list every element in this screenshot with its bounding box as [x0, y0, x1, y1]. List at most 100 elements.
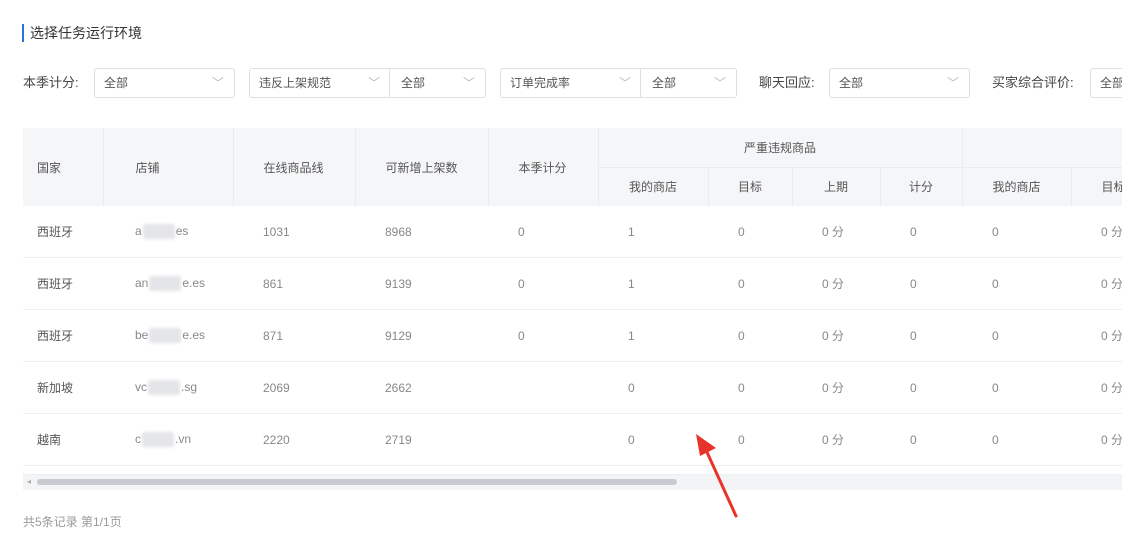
- header-group-serious-violations: 严重违规商品: [598, 128, 963, 168]
- cell-target: 0: [708, 309, 792, 362]
- chevron-down-icon: ﹀: [946, 76, 959, 90]
- cell-my-shop: 0: [598, 361, 708, 414]
- chat-label: 聊天回应:: [759, 75, 815, 90]
- order-rate-filter[interactable]: 订单完成率 ﹀ 全部 ﹀: [500, 68, 737, 98]
- cell-shop: vc .sg: [103, 361, 233, 414]
- cell-season: [488, 413, 598, 466]
- cell-target: 0: [708, 361, 792, 414]
- cell-online: 861: [233, 257, 355, 310]
- data-table: 国家 店铺 在线商品线 可新增上架数 本季计分 严重违规商品 我的商店 目标 上…: [23, 128, 1122, 474]
- cell-country: 新加坡: [23, 361, 103, 414]
- cell-target-2: 0 分: [1071, 206, 1122, 258]
- cell-my-shop: 1: [598, 206, 708, 258]
- cell-new: 8968: [355, 206, 488, 258]
- header-online-lines: 在线商品线: [233, 128, 356, 206]
- cell-target-2: 0 分: [1071, 257, 1122, 310]
- header-season-score: 本季计分: [488, 128, 599, 206]
- season-score-label: 本季计分:: [23, 75, 79, 90]
- buyer-rating-value: 全部: [1100, 76, 1122, 90]
- cell-target-2: 0 分: [1071, 309, 1122, 362]
- cell-my-shop: 1: [598, 309, 708, 362]
- chevron-down-icon: ﹀: [713, 76, 726, 90]
- violation-value: 全部: [401, 76, 426, 90]
- table-row[interactable]: 越南 c .vn 2220 2719 0 0 0 分 0 0 0 分: [23, 413, 1122, 466]
- violation-type-value: 违反上架规范: [259, 76, 332, 90]
- season-score-value: 全部: [104, 76, 129, 90]
- table-row[interactable]: 西班牙 a es 1031 8968 0 1 0 0 分 0 0 0 分: [23, 206, 1122, 258]
- cell-score: 0: [880, 413, 963, 466]
- cell-country: 西班牙: [23, 257, 103, 310]
- cell-shop: c .vn: [103, 413, 233, 466]
- cell-online: 1031: [233, 206, 355, 258]
- header-country: 国家: [23, 128, 104, 206]
- chevron-down-icon: ﹀: [462, 76, 475, 90]
- header-shop: 店铺: [103, 128, 234, 206]
- section-title: 选择任务运行环境: [22, 24, 142, 42]
- cell-target-2: 0 分: [1071, 413, 1122, 466]
- cell-target: 0: [708, 206, 792, 258]
- buyer-rating-label: 买家综合评价:: [992, 75, 1074, 90]
- table-row[interactable]: 西班牙 be e.es 871 9129 0 1 0 0 分 0 0 0 分: [23, 309, 1122, 362]
- cell-previous: 0 分: [792, 413, 880, 466]
- cell-score: 0: [880, 257, 963, 310]
- order-rate-value: 全部: [652, 76, 677, 90]
- header-target-2: 目标: [1071, 167, 1122, 206]
- order-rate-type-value: 订单完成率: [510, 76, 571, 90]
- scroll-thumb[interactable]: [37, 479, 677, 485]
- cell-season: [488, 361, 598, 414]
- header-score: 计分: [880, 167, 963, 206]
- header-new-listings: 可新增上架数: [355, 128, 489, 206]
- cell-previous: 0 分: [792, 361, 880, 414]
- cell-new: 2662: [355, 361, 488, 414]
- pagination-summary: 共5条记录 第1/1页: [23, 515, 122, 529]
- buyer-rating-select[interactable]: 全部: [1090, 68, 1122, 98]
- filter-bar: 本季计分: 全部 ﹀ 违反上架规范 ﹀ 全部 ﹀ 订单完成率 ﹀ 全部 ﹀ 聊天…: [0, 68, 1122, 98]
- cell-country: 西班牙: [23, 206, 103, 258]
- cell-previous: 0 分: [792, 309, 880, 362]
- cell-online: 2220: [233, 413, 355, 466]
- cell-season: 0: [488, 309, 598, 362]
- cell-online: 871: [233, 309, 355, 362]
- chat-value: 全部: [839, 76, 864, 90]
- cell-new: 9139: [355, 257, 488, 310]
- cell-previous: 0 分: [792, 206, 880, 258]
- cell-my-shop-2: 0: [962, 361, 1072, 414]
- cell-my-shop-2: 0: [962, 309, 1072, 362]
- table-row[interactable]: 新加坡 vc .sg 2069 2662 0 0 0 分 0 0 0 分: [23, 361, 1122, 414]
- cell-my-shop-2: 0: [962, 257, 1072, 310]
- chevron-down-icon: ﹀: [211, 76, 224, 90]
- horizontal-scrollbar[interactable]: ◂: [23, 474, 1122, 490]
- cell-score: 0: [880, 361, 963, 414]
- chevron-down-icon: ﹀: [619, 76, 632, 90]
- cell-my-shop-2: 0: [962, 413, 1072, 466]
- violation-filter[interactable]: 违反上架规范 ﹀ 全部 ﹀: [249, 68, 486, 98]
- cell-shop: be e.es: [103, 309, 233, 362]
- cell-shop: an e.es: [103, 257, 233, 310]
- cell-country: 西班牙: [23, 309, 103, 362]
- cell-shop: a es: [103, 206, 233, 258]
- cell-season: 0: [488, 206, 598, 258]
- cell-my-shop: 1: [598, 257, 708, 310]
- cell-score: 0: [880, 206, 963, 258]
- cell-new: 2719: [355, 413, 488, 466]
- cell-target-2: 0 分: [1071, 361, 1122, 414]
- cell-online: 2069: [233, 361, 355, 414]
- header-target: 目标: [708, 167, 793, 206]
- cell-season: 0: [488, 257, 598, 310]
- chat-select[interactable]: 全部 ﹀: [829, 68, 970, 98]
- header-previous: 上期: [792, 167, 881, 206]
- header-my-shop-2: 我的商店: [962, 167, 1072, 206]
- table-row[interactable]: 西班牙 an e.es 861 9139 0 1 0 0 分 0 0 0 分: [23, 257, 1122, 310]
- cell-country: 越南: [23, 413, 103, 466]
- scroll-left-icon[interactable]: ◂: [27, 477, 31, 486]
- season-score-select[interactable]: 全部 ﹀: [94, 68, 235, 98]
- cell-score: 0: [880, 309, 963, 362]
- cell-my-shop-2: 0: [962, 206, 1072, 258]
- header-my-shop: 我的商店: [598, 167, 709, 206]
- cell-target: 0: [708, 257, 792, 310]
- header-group-next: [962, 128, 1122, 168]
- cell-previous: 0 分: [792, 257, 880, 310]
- red-arrow-annotation: [696, 434, 738, 518]
- cell-new: 9129: [355, 309, 488, 362]
- chevron-down-icon: ﹀: [368, 76, 381, 90]
